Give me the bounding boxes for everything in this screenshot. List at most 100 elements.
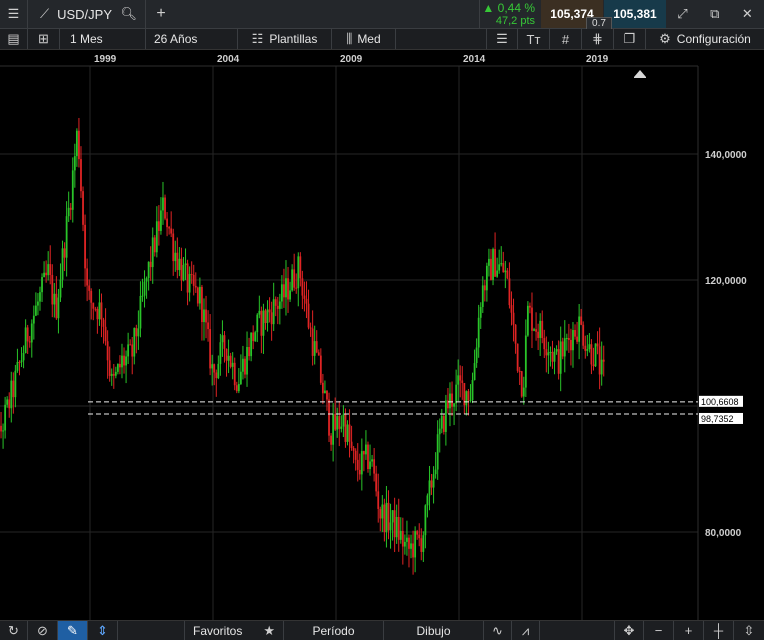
scroll-end-marker-icon[interactable] [634, 70, 646, 78]
candle [24, 319, 27, 354]
candle [131, 336, 134, 375]
layout-button[interactable]: ⊞ [28, 29, 60, 49]
cancel-button[interactable]: ⊘ [28, 621, 58, 640]
candle [264, 308, 267, 330]
close-icon[interactable]: ✕ [742, 6, 753, 22]
symbol-selector[interactable]: ⟋ USD/JPY 🔍︎ [28, 0, 146, 28]
candle [164, 194, 166, 221]
candle [465, 390, 468, 416]
candle [143, 270, 146, 308]
templates-button[interactable]: ☷ Plantillas [238, 29, 332, 49]
candle [516, 343, 519, 373]
add-chart-button[interactable]: + [146, 0, 176, 28]
candle [248, 337, 250, 361]
price-chart[interactable]: 1999 2004 2009 2014 2019 140,0000 120,0000 80,… [0, 50, 764, 620]
ask-price[interactable]: 105,381 [604, 0, 666, 28]
menu-button[interactable]: ☰ [0, 0, 28, 28]
candle [106, 330, 109, 379]
candle [492, 247, 494, 286]
candle [170, 211, 173, 238]
candle [338, 401, 341, 447]
text-size-button[interactable]: Tт [518, 29, 550, 49]
candle [188, 266, 191, 302]
candle [531, 292, 533, 349]
candle [559, 326, 562, 392]
hash-icon: # [561, 31, 570, 47]
candle [395, 504, 398, 544]
star-icon[interactable]: ★ [263, 623, 275, 639]
zoom-out-button[interactable]: − [644, 621, 674, 640]
candle [555, 345, 558, 355]
candle [2, 423, 4, 449]
refresh-button[interactable]: ↻ [0, 621, 28, 640]
candle [490, 249, 492, 281]
candle [453, 402, 455, 426]
candle [426, 493, 429, 518]
candle [270, 301, 273, 341]
candles [0, 117, 605, 575]
list-button[interactable]: ▤ [0, 29, 28, 49]
candle [10, 371, 13, 423]
level-label: 100,6608 [701, 397, 739, 407]
candle [440, 408, 443, 434]
candle [565, 333, 568, 351]
candle [594, 343, 597, 368]
indicators-button[interactable]: ☰ [486, 29, 518, 49]
copy-button[interactable]: ❐ [614, 29, 646, 49]
change-percent: 0,44 % [497, 1, 535, 15]
favorites-button[interactable]: Favoritos ★ [184, 621, 284, 640]
candle [37, 293, 39, 316]
candle [498, 249, 501, 274]
crosshair-button[interactable]: ┼ [704, 621, 734, 640]
candle [104, 308, 107, 346]
period-button[interactable]: Período [284, 621, 384, 640]
candle [340, 415, 343, 433]
candle [18, 360, 21, 376]
candle [377, 473, 380, 523]
candle [178, 247, 181, 277]
candle [533, 327, 535, 332]
bottom-toolbar: ↻ ⊘ ✎ ⇕ Favoritos ★ Período Dibujo ∿ ⩘ ✥… [0, 620, 764, 640]
candle [324, 380, 326, 394]
horizontal-gridlines [0, 153, 698, 533]
updown-arrows-button[interactable]: ⇕ [88, 621, 118, 640]
popout-icon[interactable]: ⧉ [710, 6, 719, 22]
candle [438, 418, 441, 453]
pattern-button[interactable]: ⩘ [512, 621, 540, 640]
candle [49, 245, 52, 285]
candle [153, 235, 156, 257]
candle [502, 251, 505, 273]
horizontal-levels[interactable]: 100,6608 98,7352 [88, 395, 743, 424]
zoom-in-button[interactable]: + [674, 621, 704, 640]
candle [166, 212, 168, 237]
expand-icon[interactable]: ⤢ [677, 6, 687, 22]
candle [102, 317, 105, 344]
price-type-button[interactable]: ⫼ Med [332, 29, 396, 49]
settings-button[interactable]: ⚙ Configuración [646, 29, 764, 49]
candle [297, 252, 300, 307]
search-icon[interactable]: 🔍︎ [120, 6, 137, 22]
fit-button[interactable]: ⇳ [734, 621, 764, 640]
candle [592, 347, 595, 371]
interval-selector[interactable]: 1 Mes [60, 29, 146, 49]
candle [149, 246, 152, 281]
move-button[interactable]: ✥ [614, 621, 644, 640]
y-tick-label: 140,0000 [705, 150, 747, 161]
range-selector[interactable]: 26 Años [146, 29, 238, 49]
candle [444, 394, 447, 446]
candle [518, 366, 521, 385]
fit-vertical-icon: ⇳ [743, 622, 755, 638]
candle [41, 273, 43, 302]
candle [381, 495, 384, 532]
drawing-tools-button[interactable]: ⋕ [582, 29, 614, 49]
grid-layout-icon: ⊞ [38, 31, 49, 46]
drawing-button[interactable]: Dibujo [384, 621, 484, 640]
grid-toggle-button[interactable]: # [550, 29, 582, 49]
candle [63, 242, 66, 272]
wave-button[interactable]: ∿ [484, 621, 512, 640]
candle [86, 258, 89, 302]
templates-icon: ☷ [251, 31, 264, 46]
candle [514, 324, 517, 354]
list-icon: ▤ [7, 31, 20, 46]
pencil-button[interactable]: ✎ [58, 621, 88, 640]
